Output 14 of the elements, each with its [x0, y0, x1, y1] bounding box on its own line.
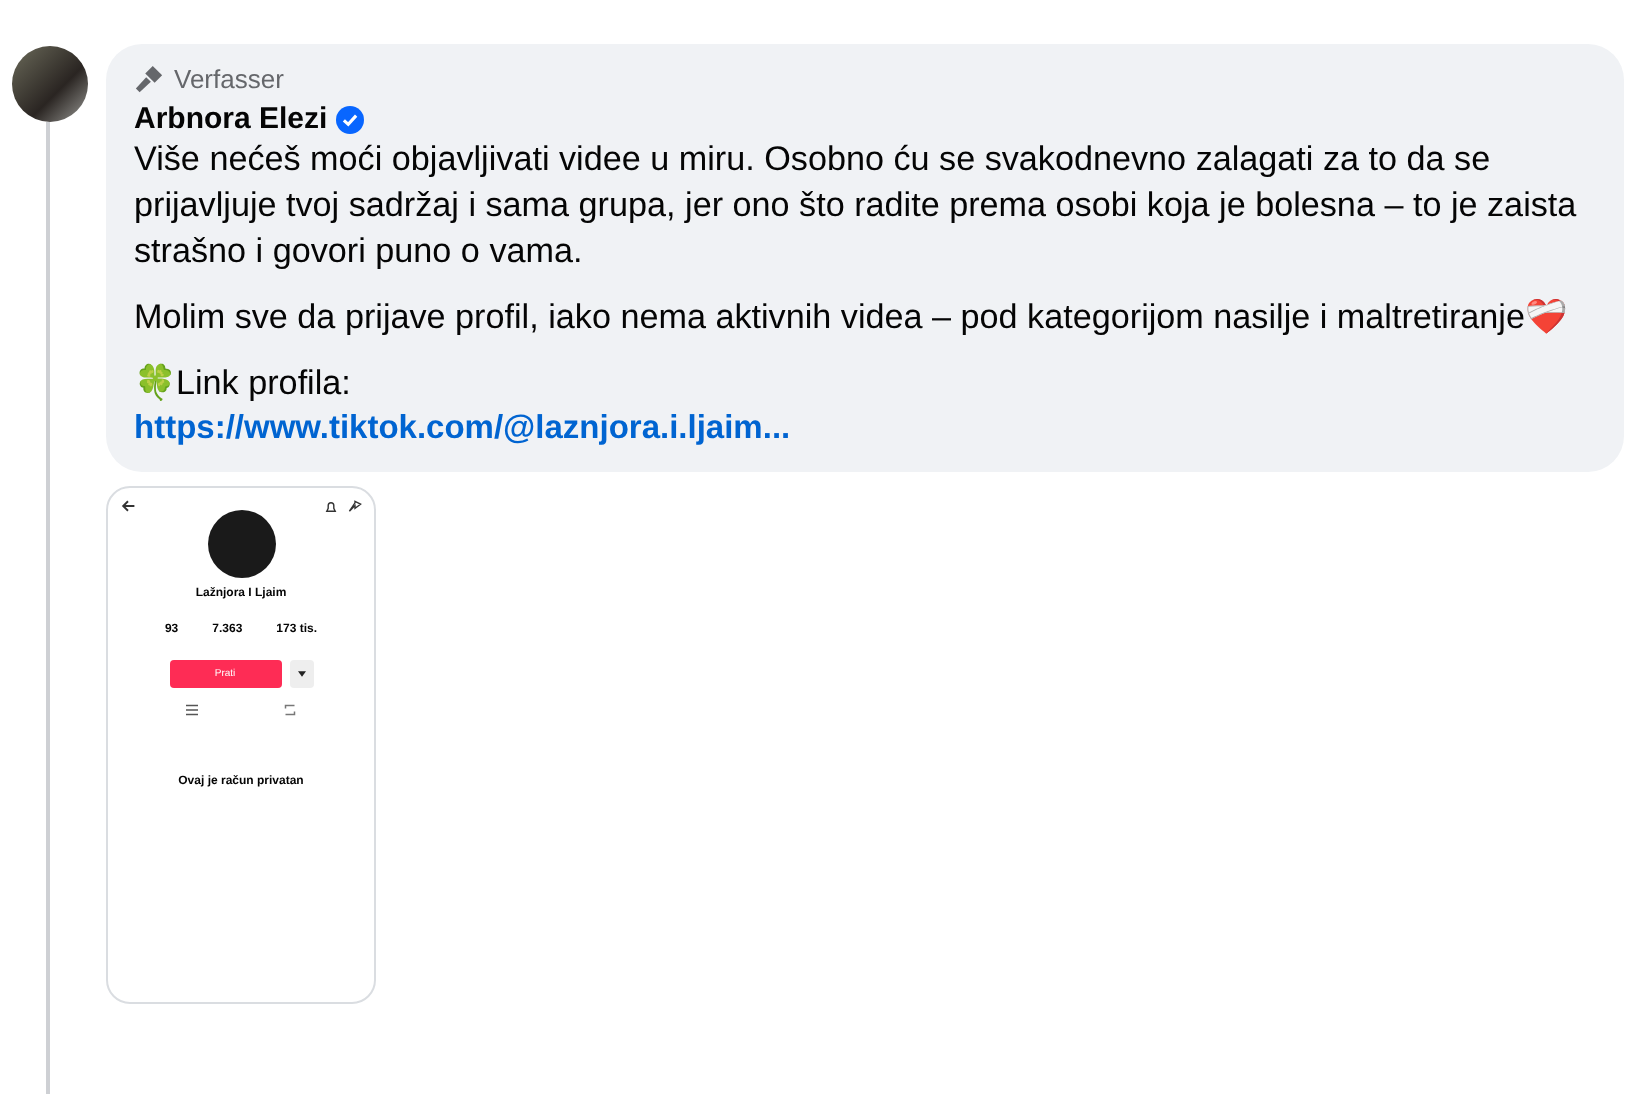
grid-icon[interactable] — [185, 704, 204, 716]
bell-icon — [324, 499, 338, 513]
dropdown-button[interactable] — [289, 660, 313, 688]
link-label: 🍀Link profila: — [134, 361, 353, 406]
caret-icon — [297, 670, 305, 678]
profile-link[interactable]: https://www.tiktok.com/@laznjora.i.ljaim... — [134, 406, 791, 452]
author-name[interactable]: Arbnora Elezi — [134, 102, 328, 136]
avatar[interactable] — [12, 46, 88, 122]
profile-picture — [207, 510, 275, 578]
back-arrow-icon — [120, 498, 136, 514]
comment-text: Molim sve da prijave profil, iako nema aktivnih videa – pod kategorijom nasilje i maltretiranje❤‍🩹 — [134, 296, 1569, 340]
repost-icon[interactable] — [284, 704, 297, 716]
author-role-label: Verfasser — [174, 63, 284, 93]
comment-text: Više nećeš moći objavljivati videe u miru. Osobno ću se svakodnevno zalagati za to da se prijavljuje tvoj sadržaj i sama grupa, jer ono što radite prema osobi koja je bolesna – to je zaista strašno i govori puno o vama. — [134, 138, 1579, 274]
